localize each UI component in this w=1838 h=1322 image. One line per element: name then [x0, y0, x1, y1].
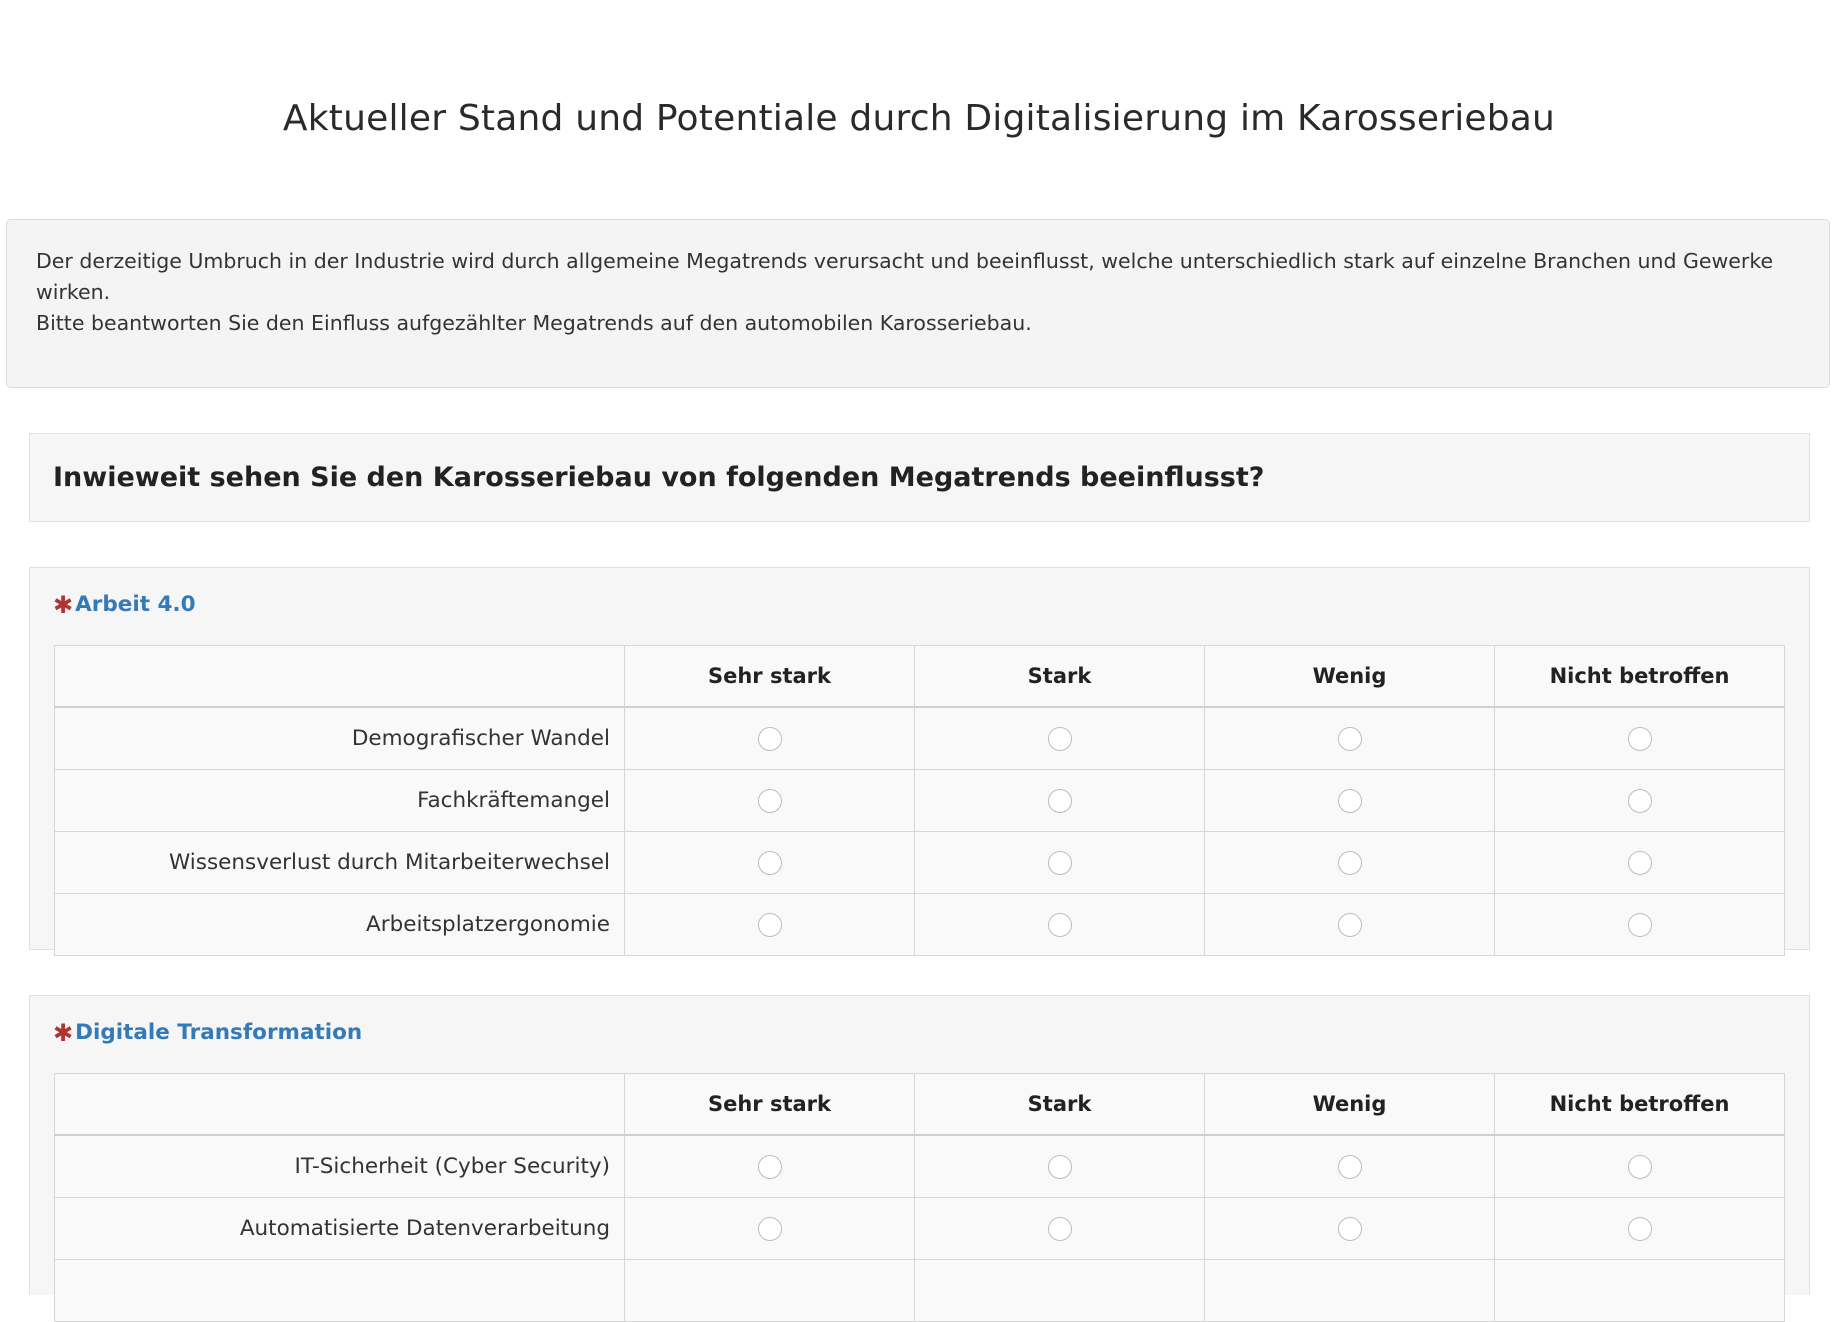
required-asterisk-icon: ✱	[53, 1018, 74, 1047]
row-label	[54, 1259, 625, 1322]
page-title: Aktueller Stand und Potentiale durch Dig…	[282, 98, 1556, 139]
column-header: Nicht betroffen	[1494, 645, 1785, 708]
radio-cell	[1204, 893, 1495, 956]
rating-matrix: Sehr stark Stark Wenig Nicht betroffen I…	[54, 1073, 1785, 1322]
radio-stark[interactable]	[1047, 727, 1072, 751]
table-row: IT-Sicherheit (Cyber Security)	[54, 1134, 1785, 1198]
question-text: Inwieweit sehen Sie den Karosseriebau vo…	[53, 462, 1265, 493]
radio-cell	[1494, 1134, 1785, 1198]
question-header: Inwieweit sehen Sie den Karosseriebau vo…	[29, 433, 1810, 522]
matrix-header-row: Sehr stark Stark Wenig Nicht betroffen	[54, 1073, 1785, 1136]
intro-description: Der derzeitige Umbruch in der Industrie …	[6, 219, 1830, 388]
radio-wenig[interactable]	[1337, 851, 1362, 875]
radio-cell	[624, 769, 915, 832]
group-heading: ✱ Arbeit 4.0	[53, 592, 196, 617]
radio-nicht-betroffen[interactable]	[1627, 1155, 1652, 1179]
radio-sehr-stark[interactable]	[757, 727, 782, 751]
table-row: Automatisierte Datenverarbeitung	[54, 1197, 1785, 1260]
radio-stark[interactable]	[1047, 913, 1072, 937]
radio-cell	[624, 1259, 915, 1322]
radio-stark[interactable]	[1047, 851, 1072, 875]
question-group-arbeit: ✱ Arbeit 4.0 Sehr stark Stark Wenig Nich…	[29, 567, 1810, 956]
row-label: Demografischer Wandel	[54, 706, 625, 770]
radio-cell	[1494, 831, 1785, 894]
radio-cell	[1204, 1259, 1495, 1322]
required-asterisk-icon: ✱	[53, 590, 74, 619]
column-header: Sehr stark	[624, 1073, 915, 1136]
column-header: Wenig	[1204, 645, 1495, 708]
radio-cell	[914, 706, 1205, 770]
radio-cell	[624, 893, 915, 956]
radio-nicht-betroffen[interactable]	[1627, 727, 1652, 751]
group-heading: ✱ Digitale Transformation	[53, 1020, 362, 1045]
radio-cell	[624, 1134, 915, 1198]
radio-cell	[624, 831, 915, 894]
row-label: Fachkräftemangel	[54, 769, 625, 832]
radio-sehr-stark[interactable]	[757, 1155, 782, 1179]
radio-cell	[914, 893, 1205, 956]
radio-cell	[1204, 1197, 1495, 1260]
radio-nicht-betroffen[interactable]	[1627, 913, 1652, 937]
radio-stark[interactable]	[1047, 1155, 1072, 1179]
radio-nicht-betroffen[interactable]	[1627, 1217, 1652, 1241]
radio-sehr-stark[interactable]	[757, 1217, 782, 1241]
row-label: Arbeitsplatzergonomie	[54, 893, 625, 956]
radio-cell	[914, 1134, 1205, 1198]
rating-matrix: Sehr stark Stark Wenig Nicht betroffen D…	[54, 645, 1785, 956]
radio-stark[interactable]	[1047, 789, 1072, 813]
matrix-header-row: Sehr stark Stark Wenig Nicht betroffen	[54, 645, 1785, 708]
table-row: Wissensverlust durch Mitarbeiterwechsel	[54, 831, 1785, 894]
matrix-corner-cell	[54, 1073, 625, 1136]
row-label: IT-Sicherheit (Cyber Security)	[54, 1134, 625, 1198]
question-group-digitale-transformation: ✱ Digitale Transformation Sehr stark Sta…	[29, 995, 1810, 1322]
radio-cell	[914, 1197, 1205, 1260]
radio-cell	[1204, 831, 1495, 894]
row-label: Automatisierte Datenverarbeitung	[54, 1197, 625, 1260]
row-label: Wissensverlust durch Mitarbeiterwechsel	[54, 831, 625, 894]
radio-cell	[914, 769, 1205, 832]
radio-nicht-betroffen[interactable]	[1627, 851, 1652, 875]
table-row: Arbeitsplatzergonomie	[54, 893, 1785, 956]
radio-cell	[1494, 706, 1785, 770]
radio-wenig[interactable]	[1337, 727, 1362, 751]
radio-cell	[1494, 1197, 1785, 1260]
radio-wenig[interactable]	[1337, 1155, 1362, 1179]
radio-cell	[1204, 1134, 1495, 1198]
radio-cell	[1204, 769, 1495, 832]
radio-nicht-betroffen[interactable]	[1627, 789, 1652, 813]
column-header: Sehr stark	[624, 645, 915, 708]
radio-wenig[interactable]	[1337, 913, 1362, 937]
group-title: Arbeit 4.0	[75, 592, 196, 617]
group-title: Digitale Transformation	[75, 1020, 363, 1045]
table-row: Demografischer Wandel	[54, 706, 1785, 770]
radio-wenig[interactable]	[1337, 1217, 1362, 1241]
radio-cell	[1494, 769, 1785, 832]
radio-cell	[624, 1197, 915, 1260]
radio-cell	[914, 831, 1205, 894]
radio-cell	[1494, 1259, 1785, 1322]
column-header: Stark	[914, 1073, 1205, 1136]
column-header: Stark	[914, 645, 1205, 708]
intro-line-1: Der derzeitige Umbruch in der Industrie …	[36, 249, 1774, 304]
radio-stark[interactable]	[1047, 1217, 1072, 1241]
matrix-corner-cell	[54, 645, 625, 708]
radio-cell	[624, 706, 915, 770]
table-row	[54, 1259, 1785, 1322]
intro-line-2: Bitte beantworten Sie den Einfluss aufge…	[36, 311, 1032, 335]
radio-wenig[interactable]	[1337, 789, 1362, 813]
column-header: Wenig	[1204, 1073, 1495, 1136]
radio-cell	[1494, 893, 1785, 956]
table-row: Fachkräftemangel	[54, 769, 1785, 832]
radio-sehr-stark[interactable]	[757, 913, 782, 937]
radio-sehr-stark[interactable]	[757, 789, 782, 813]
column-header: Nicht betroffen	[1494, 1073, 1785, 1136]
radio-sehr-stark[interactable]	[757, 851, 782, 875]
radio-cell	[1204, 706, 1495, 770]
radio-cell	[914, 1259, 1205, 1322]
